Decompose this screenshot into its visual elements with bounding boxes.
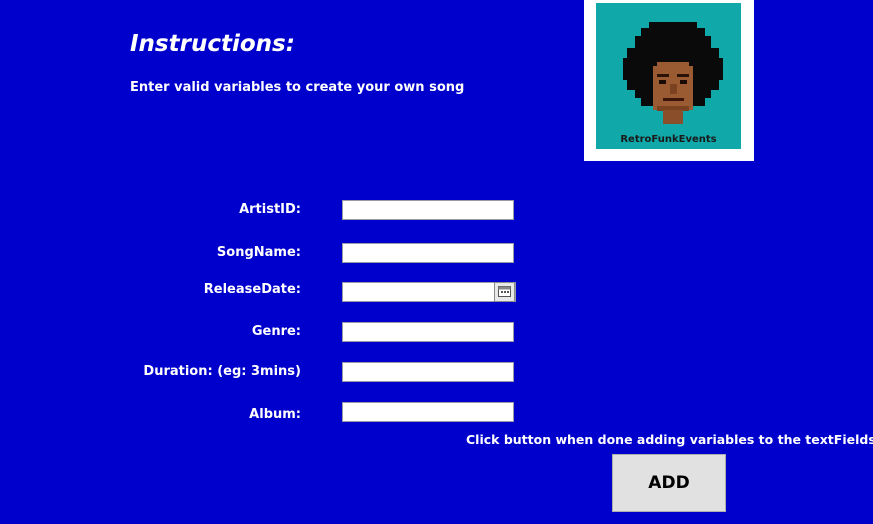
- release-date-label: ReleaseDate:: [203, 282, 301, 297]
- instructions-text: Enter valid variables to create your own…: [130, 80, 465, 95]
- duration-label: Duration: (eg: 3mins): [143, 364, 301, 379]
- duration-input[interactable]: [342, 362, 514, 382]
- logo-image: RetroFunkEvents: [596, 3, 741, 149]
- genre-label: Genre:: [251, 324, 301, 339]
- add-hint-text: Click button when done adding variables …: [466, 432, 873, 447]
- calendar-icon: [498, 286, 511, 297]
- song-name-input[interactable]: [342, 243, 514, 263]
- album-input[interactable]: [342, 402, 514, 422]
- add-button[interactable]: ADD: [612, 454, 726, 512]
- date-picker-button[interactable]: [494, 282, 515, 302]
- artist-id-input[interactable]: [342, 200, 514, 220]
- logo-frame: RetroFunkEvents: [584, 0, 754, 161]
- logo-text: RetroFunkEvents: [620, 134, 717, 145]
- artist-id-label: ArtistID:: [239, 202, 301, 217]
- release-date-input[interactable]: [342, 282, 516, 302]
- genre-input[interactable]: [342, 322, 514, 342]
- album-label: Album:: [249, 407, 301, 422]
- instructions-title: Instructions:: [130, 31, 295, 57]
- afro-portrait-icon: [623, 22, 723, 124]
- song-name-label: SongName:: [216, 245, 301, 260]
